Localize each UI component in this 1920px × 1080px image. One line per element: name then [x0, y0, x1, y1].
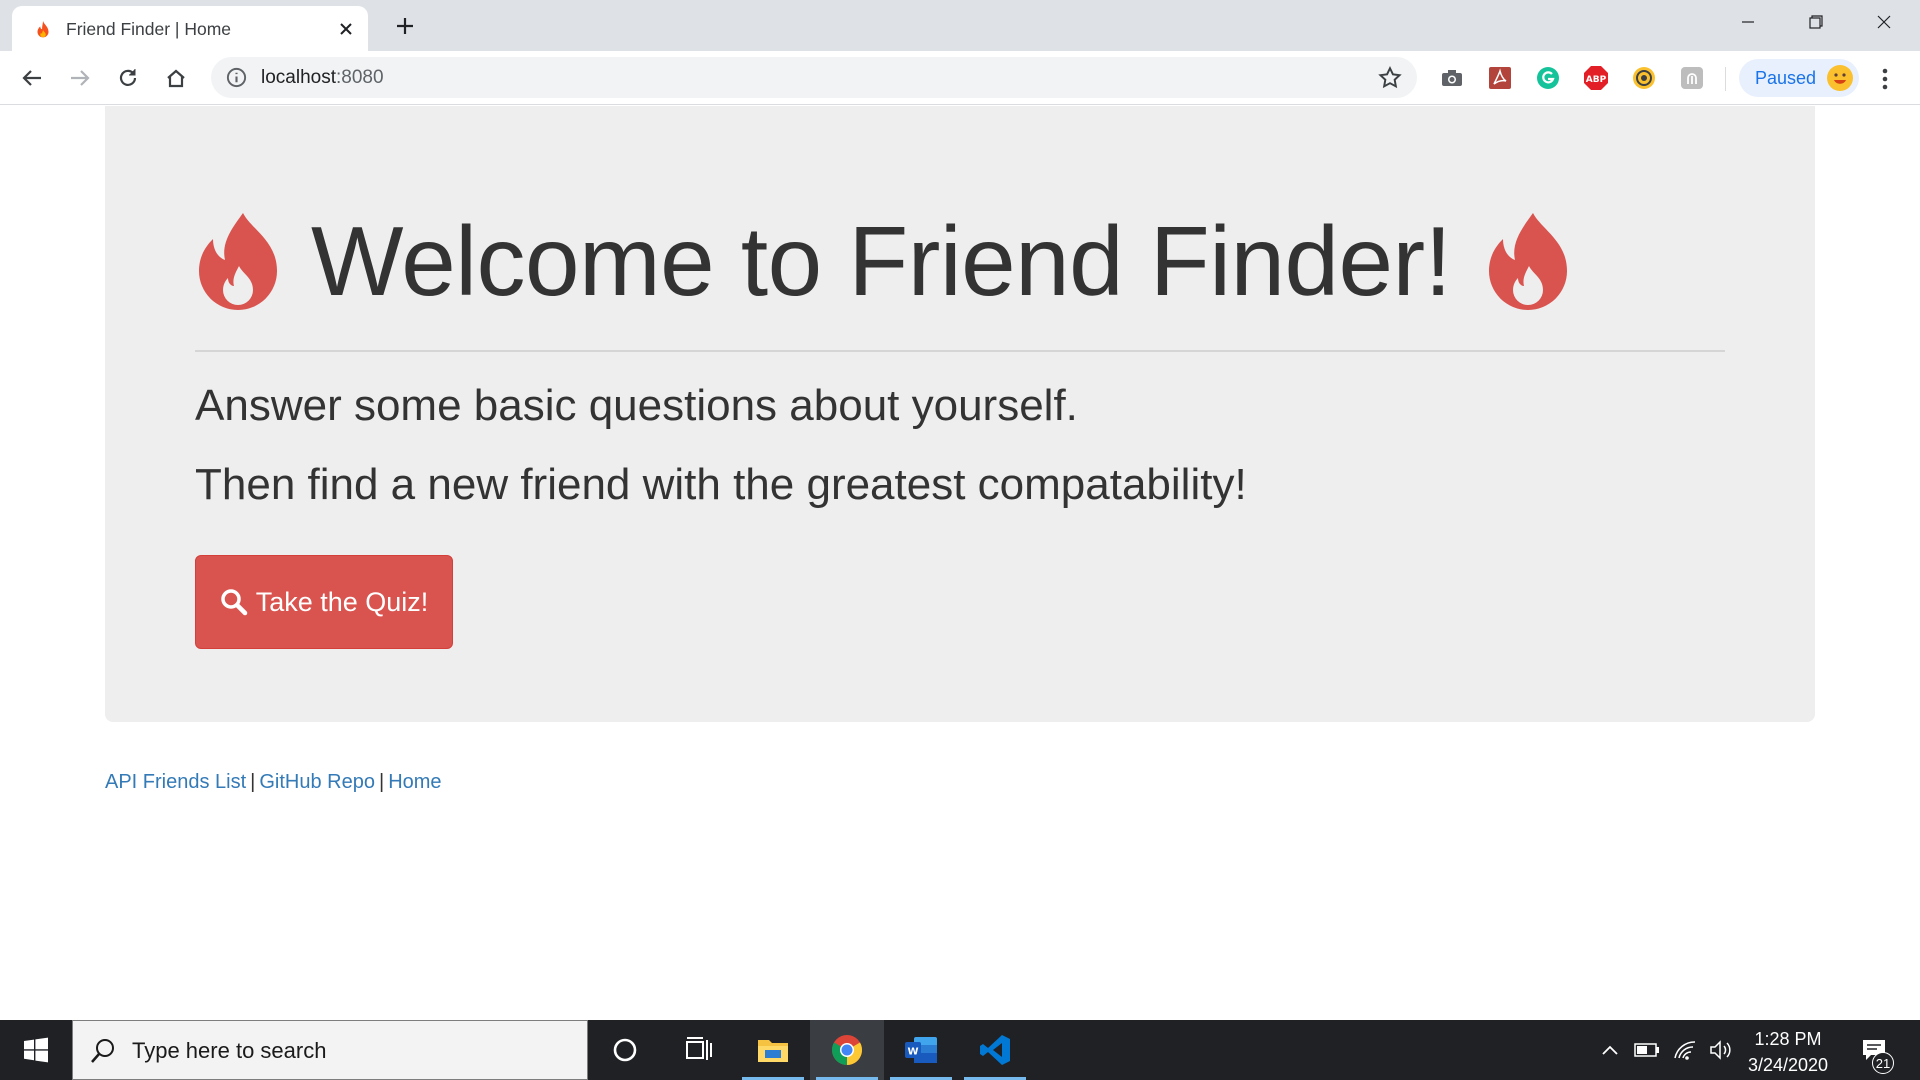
toolbar-divider	[1725, 67, 1726, 91]
hero-heading: Welcome to Friend Finder!	[195, 206, 1571, 316]
vscode-icon[interactable]	[958, 1020, 1032, 1080]
search-placeholder: Type here to search	[132, 1038, 327, 1063]
coin-extension-icon[interactable]	[1631, 65, 1657, 91]
jumbotron: Welcome to Friend Finder! Answer some ba…	[105, 106, 1815, 722]
lead-text: Answer some basic questions about yourse…	[195, 381, 1078, 430]
footer-separator: |	[379, 771, 385, 793]
taskbar-search-input[interactable]: Type here to search	[72, 1020, 588, 1080]
lead-text: Then find a new friend with the greatest…	[195, 460, 1247, 509]
pdf-extension-icon[interactable]	[1487, 65, 1513, 91]
browser-tab[interactable]: Friend Finder | Home	[12, 6, 368, 51]
info-icon[interactable]	[225, 66, 248, 89]
svg-text:ABP: ABP	[1586, 75, 1607, 85]
adblock-extension-icon[interactable]: ABP	[1583, 65, 1609, 91]
minimize-icon[interactable]	[1714, 0, 1782, 44]
close-window-icon[interactable]	[1850, 0, 1918, 44]
avatar	[1827, 65, 1853, 91]
restore-icon[interactable]	[1782, 0, 1850, 44]
profile-button[interactable]: Paused	[1739, 59, 1859, 97]
page-title: Welcome to Friend Finder!	[311, 205, 1452, 316]
chrome-taskbar-icon[interactable]	[810, 1020, 884, 1080]
windows-start-icon[interactable]	[0, 1020, 72, 1080]
url-host: localhost	[261, 67, 336, 88]
new-tab-icon[interactable]	[388, 9, 422, 43]
fire-icon	[1489, 213, 1568, 310]
tab-title: Friend Finder | Home	[66, 19, 232, 39]
fire-favicon-icon	[37, 20, 49, 38]
profile-status: Paused	[1755, 68, 1817, 88]
fingerprint-extension-icon[interactable]	[1679, 65, 1705, 91]
reload-icon[interactable]	[109, 59, 147, 97]
cortana-icon[interactable]	[588, 1020, 662, 1080]
browser-toolbar: localhost:8080 ABP Paused	[0, 51, 1920, 105]
divider	[195, 350, 1725, 352]
github-repo-link[interactable]: GitHub Repo	[259, 771, 375, 793]
camera-extension-icon[interactable]	[1439, 65, 1465, 91]
battery-icon[interactable]	[1630, 1020, 1664, 1080]
take-quiz-button[interactable]: Take the Quiz!	[195, 555, 453, 649]
take-quiz-label: Take the Quiz!	[255, 586, 429, 617]
task-view-icon[interactable]	[662, 1020, 736, 1080]
url-port: :8080	[336, 67, 384, 88]
volume-icon[interactable]	[1704, 1020, 1738, 1080]
home-icon[interactable]	[157, 59, 195, 97]
notification-count-badge: 21	[1872, 1052, 1894, 1074]
address-bar[interactable]: localhost:8080	[211, 57, 1417, 98]
api-friends-list-link[interactable]: API Friends List	[105, 771, 246, 793]
forward-arrow-icon[interactable]	[61, 59, 99, 97]
footer-links: API Friends List | GitHub Repo | Home	[105, 771, 442, 794]
word-icon[interactable]: W	[884, 1020, 958, 1080]
clock-time: 1:28 PM	[1754, 1029, 1822, 1049]
fire-icon	[199, 213, 277, 310]
footer-separator: |	[250, 771, 256, 793]
search-icon	[91, 1039, 114, 1063]
close-tab-icon[interactable]	[332, 15, 360, 43]
grammarly-extension-icon[interactable]	[1535, 65, 1561, 91]
file-explorer-icon[interactable]	[736, 1020, 810, 1080]
svg-text:W: W	[907, 1047, 918, 1058]
taskbar-clock[interactable]: 1:28 PM 3/24/2020	[1738, 1026, 1838, 1078]
search-icon	[220, 589, 247, 616]
page-viewport: Welcome to Friend Finder! Answer some ba…	[0, 106, 1920, 1020]
windows-taskbar: Type here to search W 1:28 PM 3/24/2020 …	[0, 1020, 1920, 1080]
home-link[interactable]: Home	[388, 771, 441, 793]
browser-tab-strip: Friend Finder | Home	[0, 0, 1920, 51]
url-text: localhost:8080	[261, 67, 384, 89]
show-hidden-icons-chevron-icon[interactable]	[1594, 1020, 1626, 1080]
clock-date: 3/24/2020	[1747, 1055, 1829, 1075]
back-arrow-icon[interactable]	[13, 59, 51, 97]
bookmark-star-icon[interactable]	[1377, 65, 1403, 91]
kebab-menu-icon[interactable]	[1872, 65, 1898, 93]
wifi-icon[interactable]	[1668, 1020, 1702, 1080]
